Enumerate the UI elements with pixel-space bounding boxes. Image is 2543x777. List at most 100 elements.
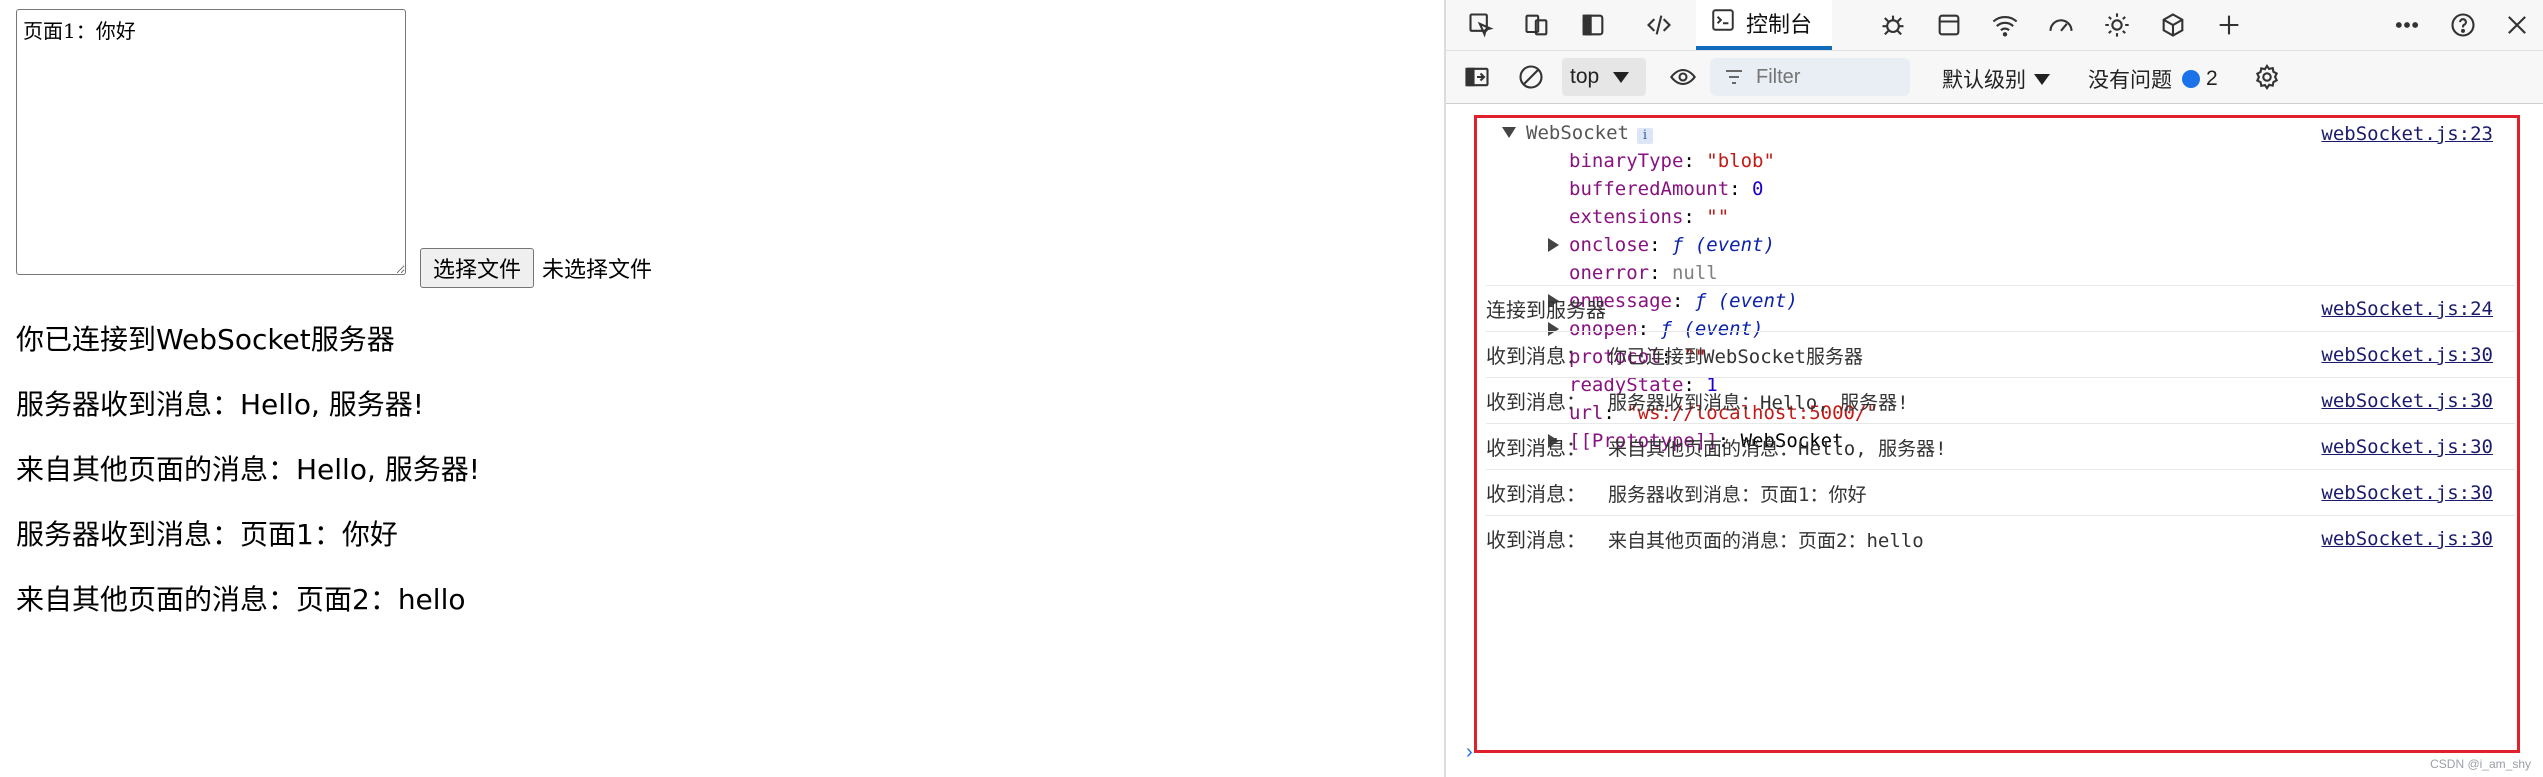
property-key: extensions [1569,206,1684,228]
more-icon[interactable] [2390,8,2424,42]
console-prompt[interactable]: › [1466,741,1473,764]
live-expression-icon[interactable] [1666,60,1700,94]
object-property: binaryType: "blob" [1548,150,1775,172]
object-property[interactable]: onclose: ƒ (event) [1548,234,1775,256]
websocket-object-header[interactable]: WebSocket i [1502,122,1653,144]
collapse-triangle-icon[interactable] [1502,127,1516,138]
source-link[interactable]: webSocket.js:30 [2321,436,2493,458]
source-link[interactable]: webSocket.js:30 [2321,528,2493,550]
web-page: 页面1：你好 选择文件 未选择文件 你已连接到WebSocket服务器 服务器收… [0,0,1444,777]
log-body: 来自其他页面的消息：Hello, 服务器! [1608,438,1947,460]
console-log-row: 收到消息： 你已连接到WebSocket服务器 webSocket.js:30 [1486,331,2515,377]
property-separator: : [1649,234,1672,256]
no-file-text: 未选择文件 [542,258,653,283]
log-body: 服务器收到消息：页面1：你好 [1608,484,1867,506]
console-log-row: 连接到服务器 webSocket.js:24 [1486,285,2515,331]
3d-view-icon[interactable] [2156,8,2190,42]
property-value: null [1671,262,1718,284]
devtools-panel: 控制台 top Filter 默认级别 没有问题 2 WebSocket i w… [1444,0,2543,777]
file-input: 选择文件 未选择文件 [420,248,652,288]
source-link[interactable]: webSocket.js:30 [2321,390,2493,412]
property-key: onclose [1569,234,1650,256]
sidebar-icon[interactable] [1576,8,1610,42]
log-message: 收到消息： 来自其他页面的消息：Hello, 服务器! [1486,432,1947,461]
console-log-row: 收到消息： 来自其他页面的消息：页面2：hello webSocket.js:30 [1486,515,2515,561]
log-prefix: 收到消息： [1486,344,1586,368]
console-log-row: 收到消息： 服务器收到消息：页面1：你好 webSocket.js:30 [1486,469,2515,515]
issues-count: 2 [2206,67,2218,90]
close-icon[interactable] [2500,8,2534,42]
add-tab-icon[interactable] [2212,8,2246,42]
help-icon[interactable] [2446,8,2480,42]
chevron-down-icon [2034,73,2050,85]
property-separator: : [1729,178,1753,200]
property-value: "" [1706,206,1730,228]
info-icon[interactable]: i [1636,128,1653,144]
choose-file-button[interactable]: 选择文件 [420,248,535,288]
property-separator: : [1683,206,1707,228]
object-property: extensions: "" [1548,206,1729,228]
message-line: 服务器收到消息：页面1：你好 [16,518,398,551]
message-line: 来自其他页面的消息：页面2：hello [16,583,466,616]
network-icon[interactable] [1988,8,2022,42]
property-value: ƒ (event) [1671,234,1775,256]
devtools-toolbar: 控制台 [1446,0,2543,51]
console-log-row: 收到消息： 来自其他页面的消息：Hello, 服务器! webSocket.js:3… [1486,423,2515,469]
context-select[interactable]: top [1562,58,1646,96]
source-link[interactable]: webSocket.js:23 [2321,123,2493,145]
property-value: 0 [1752,178,1764,200]
source-link[interactable]: webSocket.js:24 [2321,298,2493,320]
expand-triangle-icon[interactable] [1548,238,1559,252]
source-link[interactable]: webSocket.js:30 [2321,344,2493,366]
application-icon[interactable] [1932,8,1966,42]
message-line: 服务器收到消息：Hello, 服务器! [16,388,424,421]
gear-icon[interactable] [2250,60,2284,94]
log-message: 收到消息： 你已连接到WebSocket服务器 [1486,340,1863,369]
inspect-icon[interactable] [1464,8,1498,42]
log-body: 服务器收到消息：Hello, 服务器! [1608,392,1909,414]
log-level-select[interactable]: 默认级别 [1942,64,2050,94]
log-message: 收到消息： 服务器收到消息：页面1：你好 [1486,478,1866,507]
chevron-down-icon [1613,71,1630,83]
elements-icon[interactable] [1642,8,1676,42]
log-prefix: 收到消息： [1486,528,1586,552]
message-line: 来自其他页面的消息：Hello, 服务器! [16,453,480,486]
clear-console-icon[interactable] [1514,60,1548,94]
log-message: 连接到服务器 [1486,294,1606,323]
memory-icon[interactable] [2100,8,2134,42]
show-sidebar-icon[interactable] [1460,60,1494,94]
object-title: WebSocket [1526,122,1629,144]
message-textarea[interactable]: 页面1：你好 [16,9,406,275]
console-output: WebSocket i webSocket.js:23 binaryType: "… [1446,104,2543,777]
property-key: bufferedAmount [1569,178,1730,200]
log-prefix: 连接到服务器 [1486,298,1606,322]
watermark: CSDN @i_am_shy [2430,757,2531,771]
issues-counter[interactable]: 没有问题 2 [2088,64,2218,94]
message-line: 你已连接到WebSocket服务器 [16,323,395,356]
device-emulation-icon[interactable] [1520,8,1554,42]
console-log-row: 收到消息： 服务器收到消息：Hello, 服务器! webSocket.js:30 [1486,377,2515,423]
property-key: binaryType [1569,150,1684,172]
context-select-value: top [1570,65,1600,88]
log-body: 你已连接到WebSocket服务器 [1608,346,1863,368]
log-prefix: 收到消息： [1486,436,1586,460]
property-key: onerror [1569,262,1650,284]
tab-console-label: 控制台 [1746,12,1813,37]
console-filter-bar: top 默认级别 没有问题 2 [1446,51,2543,104]
performance-icon[interactable] [2044,8,2078,42]
log-message: 收到消息： 来自其他页面的消息：页面2：hello [1486,524,1924,553]
issue-message-icon [2182,70,2200,88]
log-level-label: 默认级别 [1942,69,2026,92]
filter-icon [1726,70,1742,84]
source-link[interactable]: webSocket.js:30 [2321,482,2493,504]
tab-console[interactable]: 控制台 [1696,0,1833,50]
property-value: "blob" [1706,150,1775,172]
log-prefix: 收到消息： [1486,390,1586,414]
log-message: 收到消息： 服务器收到消息：Hello, 服务器! [1486,386,1909,415]
property-separator: : [1683,150,1707,172]
object-property: bufferedAmount: 0 [1548,178,1764,200]
property-separator: : [1649,262,1672,284]
sources-icon[interactable] [1876,8,1910,42]
log-prefix: 收到消息： [1486,482,1586,506]
log-body: 来自其他页面的消息：页面2：hello [1608,530,1924,552]
